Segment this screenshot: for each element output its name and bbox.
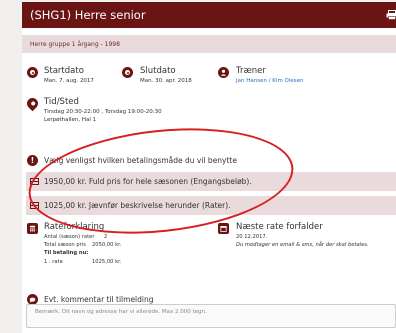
venue: Lerpøthallen, Hal 1 [44, 117, 97, 123]
credit-card-icon [30, 202, 39, 209]
user-icon [218, 67, 229, 78]
clock-icon [27, 67, 38, 78]
first-rate-label: 1 . rate [44, 259, 63, 265]
payment-option-full[interactable]: 1950,00 kr. Fuld pris for hele sæsonen (… [26, 172, 396, 191]
team-info: Startdato Man. 7. aug. 2017 Slutdato Man… [22, 53, 396, 153]
next-rate-date: 20.12.2017. [236, 234, 268, 240]
calendar-icon [218, 223, 229, 234]
pay-now-label: Til betaling nu: [44, 250, 89, 256]
season-total-value: 2050,00 kr. [92, 242, 122, 248]
page-title: (SHG1) Herre senior [30, 8, 146, 22]
next-rate-note: Du modtager en email & sms, når der skal… [236, 242, 369, 248]
time-schedule: Tirsdag 20:30-22:00 , Torsdag 19:00-20:3… [44, 109, 162, 115]
group-subtitle: Herre gruppe 1 årgang - 1998 [22, 35, 396, 53]
clock-icon [122, 67, 133, 78]
season-total-label: Total sæson pris [44, 242, 86, 248]
rate-count-label: Antal (sæson) rater [44, 234, 95, 240]
time-place-label: Tid/Sted [44, 97, 79, 107]
rate-title: Rateforklaring [44, 222, 105, 232]
registration-page: (SHG1) Herre senior Herre gruppe 1 årgan… [22, 2, 396, 333]
payment-option-label: 1025,00 kr. Jævnfør beskrivelse herunder… [44, 201, 231, 210]
next-rate-label: Næste rate forfalder [236, 222, 323, 232]
comment-input[interactable]: Bemærk. Dit navn og adresse har vi aller… [26, 304, 396, 328]
payment-notice: ! Vælg venligst hvilken betalingsmåde du… [27, 155, 237, 166]
trainer-value[interactable]: Jan Hansen / Kim Olesen [236, 78, 304, 84]
info-icon: ! [27, 155, 38, 166]
start-value: Man. 7. aug. 2017 [44, 78, 94, 84]
location-pin-icon [24, 95, 41, 112]
rate-section: Rateforklaring Antal (sæson) rater 2 Tot… [22, 221, 396, 291]
trainer-label: Træner [236, 66, 266, 76]
payment-option-installments[interactable]: 1025,00 kr. Jævnfør beskrivelse herunder… [26, 196, 396, 215]
page-header: (SHG1) Herre senior [22, 2, 396, 28]
payment-option-label: 1950,00 kr. Fuld pris for hele sæsonen (… [44, 177, 252, 186]
payment-notice-text: Vælg venligst hvilken betalingsmåde du v… [44, 156, 237, 165]
rate-count-value: 2 [104, 234, 108, 240]
end-value: Man. 30. apr. 2018 [140, 78, 192, 84]
credit-card-icon [30, 178, 39, 185]
start-label: Startdato [44, 66, 84, 76]
print-icon[interactable] [386, 10, 396, 20]
comment-label: Evt. kommentar til tilmelding [44, 295, 154, 304]
end-label: Slutdato [140, 66, 176, 76]
first-rate-value: 1025,00 kr. [92, 259, 122, 265]
comment-placeholder: Bemærk. Dit navn og adresse har vi aller… [35, 309, 207, 315]
calculator-icon [27, 223, 38, 234]
